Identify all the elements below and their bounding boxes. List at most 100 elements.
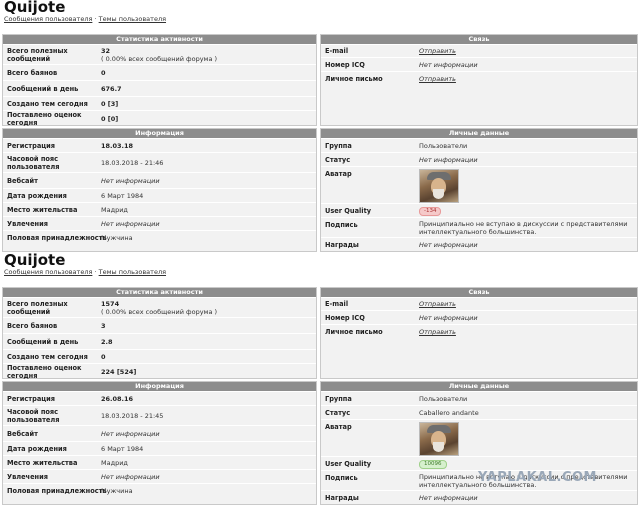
personal-panel: Личные данные Группа Пользователи Статус… xyxy=(320,128,638,252)
timezone-label: Часовой пояс пользователя xyxy=(7,408,60,424)
info-row-hobbies: Увлечения Нет информации xyxy=(3,469,316,483)
posts-percent: ( 0.00% всех сообщений форума ) xyxy=(101,308,218,316)
status-label: Статус xyxy=(325,409,351,417)
pm-send-link[interactable]: Отправить xyxy=(419,328,456,336)
awards-value: Нет информации xyxy=(419,494,478,502)
bans-value: 0 xyxy=(101,69,106,77)
contact-row-pm: Личное письмо Отправить xyxy=(321,71,637,85)
birthdate-value: 6 Март 1984 xyxy=(101,192,144,200)
breadcrumb-separator: · xyxy=(94,15,97,23)
info-row-website: Вебсайт Нет информации xyxy=(3,425,316,441)
breadcrumb: Сообщения пользователя · Темы пользовате… xyxy=(4,15,166,23)
info-row-timezone: Часовой пояс пользователя 18.03.2018 - 2… xyxy=(3,405,316,425)
info-row-website: Вебсайт Нет информации xyxy=(3,172,316,188)
email-label: E-mail xyxy=(325,47,349,55)
location-label: Место жительства xyxy=(7,206,78,214)
avatar[interactable] xyxy=(419,169,459,203)
signature-value: Принципиально не вступаю в дискуссии с п… xyxy=(419,220,628,236)
personal-row-quality: User Quality 10096 xyxy=(321,456,637,470)
activity-panel: Статистика активности Всего полезных соо… xyxy=(2,287,317,380)
posts-value: 1574 xyxy=(101,300,120,308)
contact-row-icq: Номер ICQ Нет информации xyxy=(321,57,637,71)
bans-label: Всего баянов xyxy=(7,322,58,330)
signature-label: Подпись xyxy=(325,221,358,229)
gender-label: Половая принадлежность xyxy=(7,234,107,242)
pm-label: Личное письмо xyxy=(325,75,383,83)
avatar-label: Аватар xyxy=(325,170,352,178)
username-title: Quijote xyxy=(4,251,66,269)
posts-label: Всего полезных сообщений xyxy=(7,47,68,63)
user-topics-link[interactable]: Темы пользователя xyxy=(99,15,166,23)
personal-row-avatar: Аватар xyxy=(321,419,637,456)
posts-percent: ( 0.00% всех сообщений форума ) xyxy=(101,55,218,63)
ratings-value: 224 [524] xyxy=(101,368,137,376)
personal-row-avatar: Аватар xyxy=(321,166,637,203)
stat-row-perday: Сообщений в день 2.8 xyxy=(3,333,316,349)
website-label: Вебсайт xyxy=(7,430,38,438)
stat-row-bans: Всего баянов 3 xyxy=(3,317,316,333)
icq-label: Номер ICQ xyxy=(325,314,365,322)
info-panel-title: Информация xyxy=(3,129,316,138)
gender-label: Половая принадлежность xyxy=(7,487,107,495)
topics-label: Создано тем сегодня xyxy=(7,353,88,361)
info-row-hobbies: Увлечения Нет информации xyxy=(3,216,316,230)
group-value: Пользователи xyxy=(419,395,468,403)
profile-block: Quijote Сообщения пользователя · Темы по… xyxy=(0,0,640,253)
stat-row-perday: Сообщений в день 676.7 xyxy=(3,80,316,96)
posts-value: 32 xyxy=(101,47,111,55)
awards-label: Награды xyxy=(325,241,359,249)
email-send-link[interactable]: Отправить xyxy=(419,300,456,308)
user-topics-link[interactable]: Темы пользователя xyxy=(99,268,166,276)
topics-label: Создано тем сегодня xyxy=(7,100,88,108)
personal-row-group: Группа Пользователи xyxy=(321,391,637,405)
icq-label: Номер ICQ xyxy=(325,61,365,69)
personal-row-signature: Подпись Принципиально не вступаю в диску… xyxy=(321,217,637,237)
personal-row-quality: User Quality -134 xyxy=(321,203,637,217)
user-posts-link[interactable]: Сообщения пользователя xyxy=(4,268,92,276)
hobbies-label: Увлечения xyxy=(7,220,48,228)
posts-label: Всего полезных сообщений xyxy=(7,300,68,316)
quality-badge: -134 xyxy=(419,207,442,216)
avatar[interactable] xyxy=(419,422,459,456)
gender-value: Мужчина xyxy=(101,234,133,242)
info-row-gender: Половая принадлежность Мужчина xyxy=(3,230,316,244)
registration-value: 18.03.18 xyxy=(101,142,134,150)
pm-label: Личное письмо xyxy=(325,328,383,336)
topics-value: 0 xyxy=(101,353,106,361)
topics-value: 0 [3] xyxy=(101,100,119,108)
website-value: Нет информации xyxy=(101,430,160,438)
location-label: Место жительства xyxy=(7,459,78,467)
email-send-link[interactable]: Отправить xyxy=(419,47,456,55)
user-posts-link[interactable]: Сообщения пользователя xyxy=(4,15,92,23)
timezone-value: 18.03.2018 - 21:46 xyxy=(101,159,164,167)
stat-row-topics: Создано тем сегодня 0 xyxy=(3,349,316,363)
location-value: Мадрид xyxy=(101,206,128,214)
info-row-birthdate: Дата рождения 6 Март 1984 xyxy=(3,188,316,202)
ratings-label: Поставлено оценок сегодня xyxy=(7,111,82,127)
stat-row-topics: Создано тем сегодня 0 [3] xyxy=(3,96,316,110)
icq-value: Нет информации xyxy=(419,314,478,322)
perday-label: Сообщений в день xyxy=(7,338,79,346)
contact-panel: Связь E-mail Отправить Номер ICQ Нет инф… xyxy=(320,34,638,126)
stat-row-bans: Всего баянов 0 xyxy=(3,64,316,80)
birthdate-label: Дата рождения xyxy=(7,445,67,453)
birthdate-label: Дата рождения xyxy=(7,192,67,200)
info-row-registration: Регистрация 18.03.18 xyxy=(3,138,316,152)
contact-panel: Связь E-mail Отправить Номер ICQ Нет инф… xyxy=(320,287,638,379)
avatar-label: Аватар xyxy=(325,423,352,431)
contact-row-icq: Номер ICQ Нет информации xyxy=(321,310,637,324)
timezone-label: Часовой пояс пользователя xyxy=(7,155,60,171)
birthdate-value: 6 Март 1984 xyxy=(101,445,144,453)
group-label: Группа xyxy=(325,142,352,150)
hobbies-label: Увлечения xyxy=(7,473,48,481)
group-value: Пользователи xyxy=(419,142,468,150)
info-row-location: Место жительства Мадрид xyxy=(3,455,316,469)
perday-value: 2.8 xyxy=(101,338,113,346)
pm-send-link[interactable]: Отправить xyxy=(419,75,456,83)
personal-row-status: Статус Caballero andante xyxy=(321,405,637,419)
quality-label: User Quality xyxy=(325,460,372,468)
quality-label: User Quality xyxy=(325,207,372,215)
perday-label: Сообщений в день xyxy=(7,85,79,93)
status-value: Нет информации xyxy=(419,156,478,164)
info-row-location: Место жительства Мадрид xyxy=(3,202,316,216)
